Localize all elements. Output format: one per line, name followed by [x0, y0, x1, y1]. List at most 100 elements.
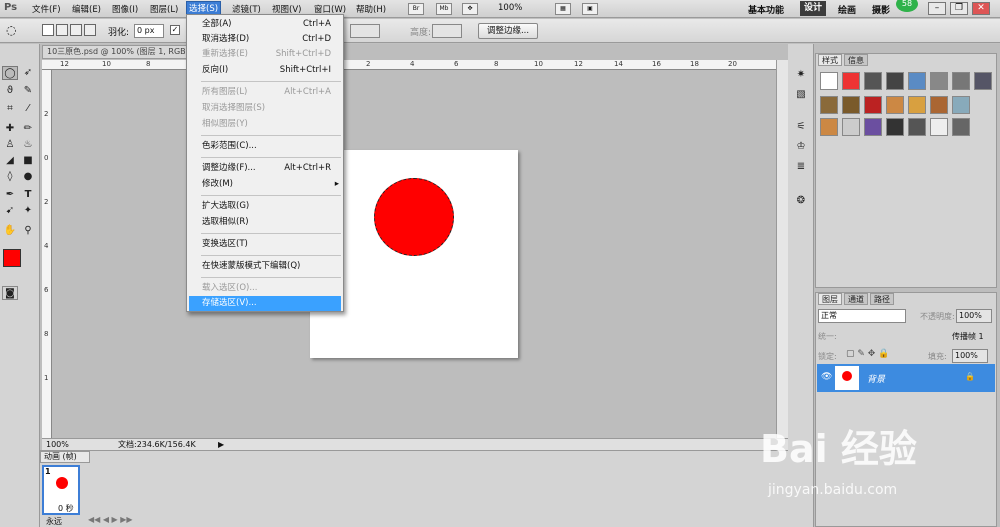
menu-item-grow[interactable]: 扩大选取(G) — [189, 199, 341, 214]
minibridge-icon[interactable]: Mb — [436, 3, 452, 15]
foreground-color-swatch[interactable] — [3, 249, 21, 267]
menu-layer[interactable]: 图层(L) — [150, 3, 178, 15]
frame-time[interactable]: 0 秒 — [58, 503, 74, 514]
layer-row-background[interactable]: 👁 背景 🔒 — [817, 364, 995, 392]
propagate-frame-checkbox[interactable]: 传播帧 1 — [952, 331, 984, 342]
brush-tool-icon[interactable]: ✏ — [20, 122, 36, 136]
menu-item-refine-edge[interactable]: 调整边缘(F)... Alt+Ctrl+R — [189, 161, 341, 176]
type-tool-icon[interactable]: T — [20, 188, 36, 202]
style-swatch[interactable] — [842, 72, 860, 90]
close-button[interactable]: ✕ — [972, 2, 990, 15]
menu-item-all-layers[interactable]: 所有图层(L) Alt+Ctrl+A — [189, 85, 341, 100]
subtract-selection-icon[interactable] — [70, 24, 82, 36]
quick-select-icon[interactable]: ✎ — [20, 84, 36, 98]
menu-item-transform-selection[interactable]: 变换选区(T) — [189, 237, 341, 252]
style-swatch[interactable] — [908, 72, 926, 90]
menu-help[interactable]: 帮助(H) — [356, 3, 386, 15]
menu-item-load-selection[interactable]: 载入选区(O)... — [189, 281, 341, 296]
gradient-tool-icon[interactable]: ■ — [20, 154, 36, 168]
menu-edit[interactable]: 编辑(E) — [72, 3, 101, 15]
shape-tool-icon[interactable]: ✦ — [20, 204, 36, 218]
style-swatch[interactable] — [864, 96, 882, 114]
lasso-tool-icon[interactable]: ϑ — [2, 84, 18, 98]
menu-item-inverse[interactable]: 反向(I) Shift+Ctrl+I — [189, 63, 341, 78]
workspace-design[interactable]: 设计 — [800, 1, 827, 16]
style-swatch[interactable] — [820, 118, 838, 136]
screen-mode-icon[interactable]: ▣ — [582, 3, 598, 15]
refine-edge-button[interactable]: 调整边缘... — [478, 23, 538, 39]
menu-item-deselect-layers[interactable]: 取消选择图层(S) — [189, 101, 341, 116]
new-selection-icon[interactable] — [42, 24, 54, 36]
menu-item-reselect[interactable]: 重新选择(E) Shift+Ctrl+D — [189, 47, 341, 62]
red-circle-selection[interactable] — [374, 178, 454, 256]
quick-mask-icon[interactable]: ◙ — [2, 286, 18, 300]
healing-brush-icon[interactable]: ✚ — [2, 122, 18, 136]
tab-layers[interactable]: 图层 — [818, 293, 842, 305]
navigator-icon[interactable]: ✷ — [793, 68, 809, 82]
lock-options-icon[interactable]: ▢ ✎ ✥ 🔒 — [846, 349, 889, 359]
minimize-button[interactable]: – — [928, 2, 946, 15]
vertical-scrollbar[interactable] — [776, 60, 788, 438]
path-select-icon[interactable]: ➹ — [2, 204, 18, 218]
style-swatch[interactable] — [886, 118, 904, 136]
pen-tool-icon[interactable]: ✒ — [2, 188, 18, 202]
workspace-painting[interactable]: 绘画 — [838, 3, 856, 16]
fill-input[interactable]: 100% — [952, 349, 988, 363]
style-swatch[interactable] — [952, 118, 970, 136]
menu-item-deselect[interactable]: 取消选择(D) Ctrl+D — [189, 32, 341, 47]
zoom-tool-icon[interactable]: ⚲ — [20, 224, 36, 238]
style-swatch[interactable] — [974, 72, 992, 90]
zoom-level[interactable]: 100% — [498, 3, 522, 13]
style-swatch[interactable] — [952, 96, 970, 114]
blend-mode-select[interactable]: 正常 — [818, 309, 906, 323]
style-swatch[interactable] — [930, 96, 948, 114]
loop-select[interactable]: 永远 — [46, 516, 62, 527]
add-selection-icon[interactable] — [56, 24, 68, 36]
animation-tab[interactable]: 动画 (帧) — [40, 451, 90, 463]
menu-item-similar[interactable]: 选取相似(R) — [189, 215, 341, 230]
opacity-input[interactable]: 100% — [956, 309, 992, 323]
intersect-selection-icon[interactable] — [84, 24, 96, 36]
clone-stamp-icon[interactable]: ♙ — [2, 138, 18, 152]
crop-tool-icon[interactable]: ⌗ — [2, 102, 18, 116]
histogram-icon[interactable]: ▧ — [793, 88, 809, 102]
arrange-docs-icon[interactable]: ▦ — [555, 3, 571, 15]
playback-controls-icon[interactable]: ◀◀ ◀ ▶ ▶▶ — [88, 515, 133, 524]
layer-name[interactable]: 背景 — [867, 372, 885, 385]
tab-channels[interactable]: 通道 — [844, 293, 868, 305]
eyedropper-icon[interactable]: ⁄ — [20, 102, 36, 116]
menu-item-save-selection[interactable]: 存储选区(V)... — [189, 296, 341, 311]
workspace-photography[interactable]: 摄影 — [872, 3, 890, 16]
status-zoom[interactable]: 100% — [46, 439, 69, 450]
eraser-tool-icon[interactable]: ◢ — [2, 154, 18, 168]
bridge-icon[interactable]: Br — [408, 3, 424, 15]
blur-tool-icon[interactable]: ◊ — [2, 170, 18, 184]
menu-item-quick-mask[interactable]: 在快速蒙版模式下编辑(Q) — [189, 259, 341, 274]
tab-info[interactable]: 信息 — [844, 54, 868, 66]
style-swatch[interactable] — [842, 118, 860, 136]
style-swatch[interactable] — [864, 118, 882, 136]
tab-paths[interactable]: 路径 — [870, 293, 894, 305]
animation-frame[interactable]: 1 0 秒 — [42, 465, 80, 515]
menu-file[interactable]: 文件(F) — [32, 3, 61, 15]
style-swatch[interactable] — [930, 72, 948, 90]
style-swatch[interactable] — [908, 118, 926, 136]
anti-alias-checkbox[interactable]: ✓ — [170, 25, 180, 35]
style-swatch[interactable] — [886, 96, 904, 114]
style-swatch-none[interactable] — [820, 72, 838, 90]
marquee-tool-icon[interactable]: ◯ — [2, 66, 18, 80]
tab-styles[interactable]: 样式 — [818, 54, 842, 66]
style-swatch[interactable] — [930, 118, 948, 136]
brush-presets-icon[interactable]: ⚟ — [793, 120, 809, 134]
move-tool-icon[interactable]: ➶ — [20, 66, 36, 80]
style-swatch[interactable] — [952, 72, 970, 90]
menu-item-modify[interactable]: 修改(M) ▸ — [189, 177, 341, 192]
marquee-preset-icon[interactable]: ◌ — [6, 23, 16, 37]
style-swatch[interactable] — [908, 96, 926, 114]
restore-button[interactable]: ❐ — [950, 2, 968, 15]
eye-icon[interactable]: 👁 — [821, 372, 832, 382]
hand-view-icon[interactable]: ✥ — [462, 3, 478, 15]
style-swatch[interactable] — [864, 72, 882, 90]
menu-item-all[interactable]: 全部(A) Ctrl+A — [189, 17, 341, 32]
status-arrow-icon[interactable]: ▶ — [218, 439, 224, 450]
